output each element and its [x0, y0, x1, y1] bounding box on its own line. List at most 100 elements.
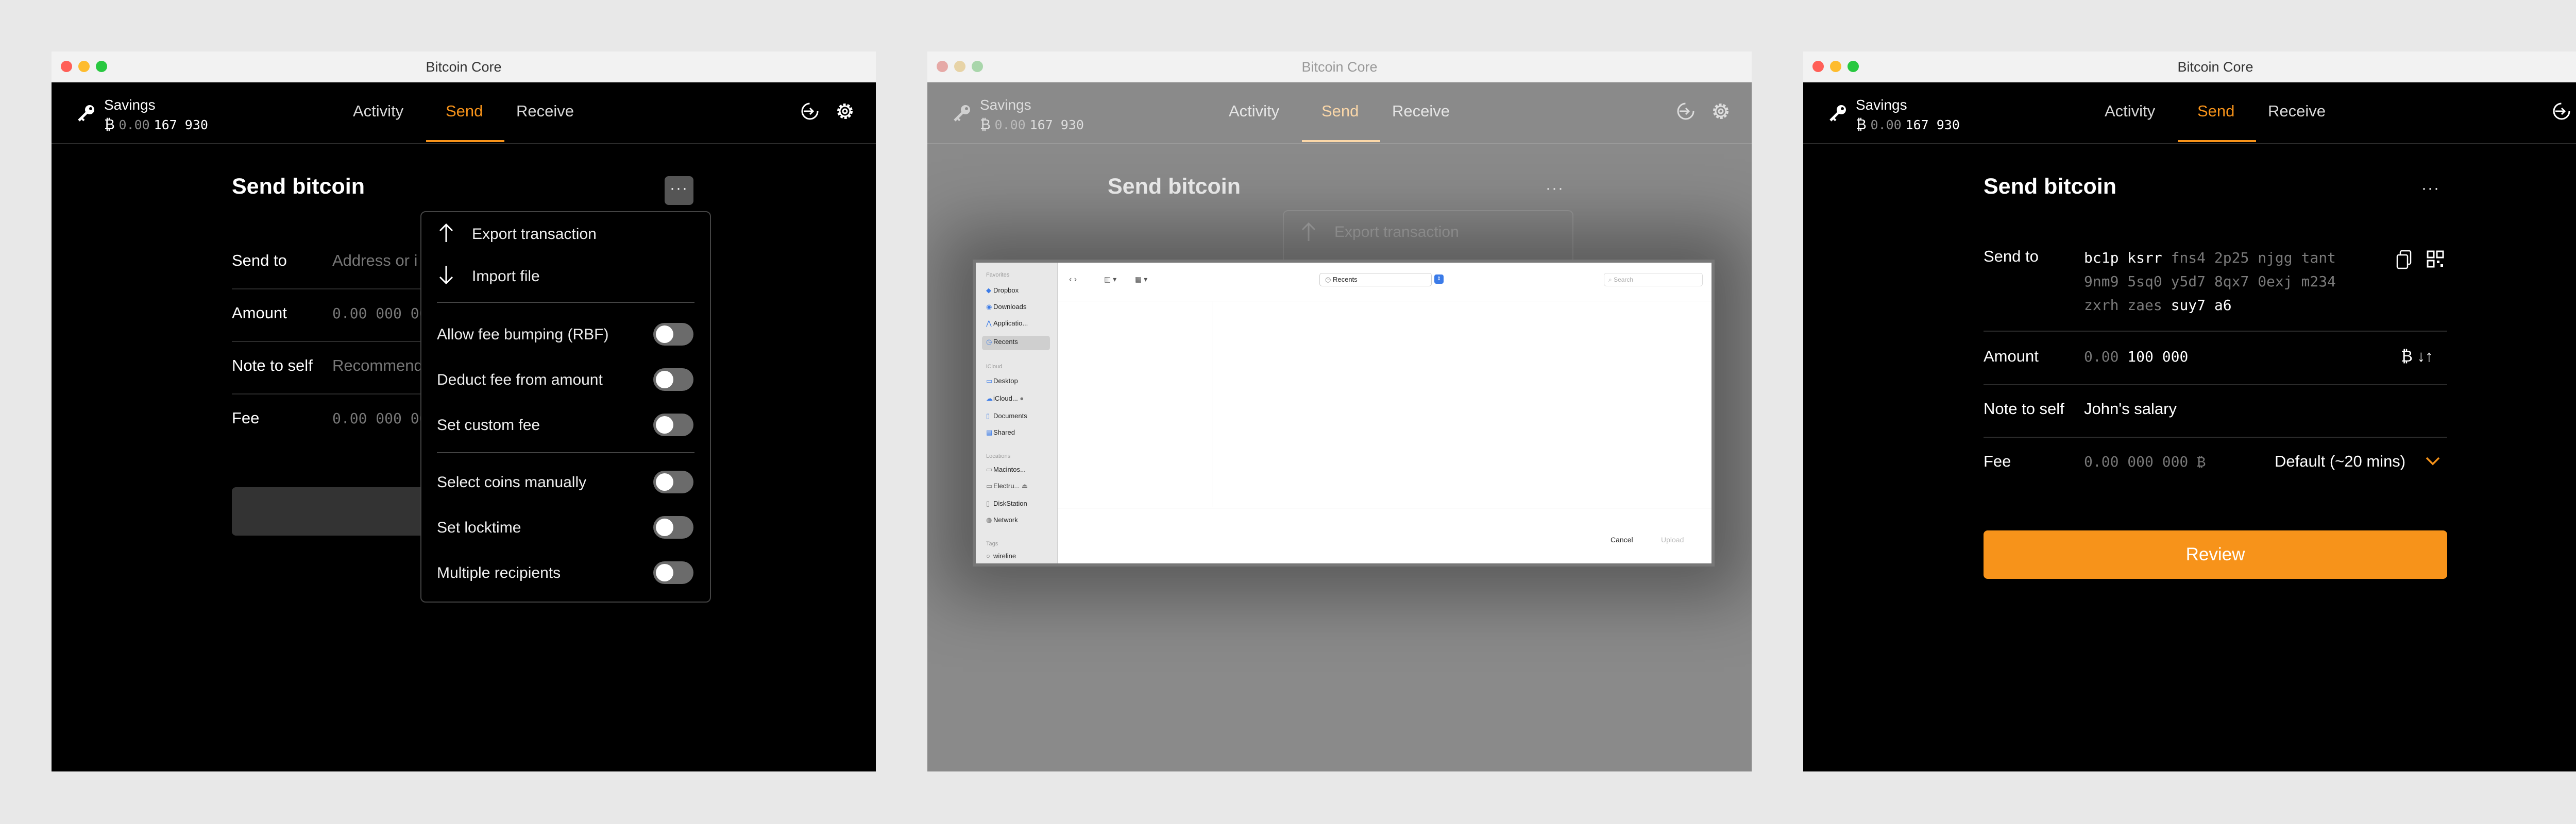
amount-input[interactable]: 0.00 100 000	[2084, 348, 2188, 365]
ghost-export: Export transaction	[1334, 224, 1459, 241]
key-icon	[1829, 105, 1846, 122]
menu-label-custom-fee: Set custom fee	[437, 417, 540, 434]
toggle-rbf[interactable]	[653, 323, 693, 346]
sidebar-item-diskstation[interactable]: ▯ DiskStation	[986, 500, 1027, 508]
view-mode-icon[interactable]: ▥ ▾	[1104, 275, 1116, 284]
more-options-button[interactable]: ···	[1540, 176, 1569, 205]
back-forward-buttons[interactable]: ‹ ›	[1069, 275, 1077, 284]
sidebar-item-network[interactable]: ◍ Network	[986, 516, 1018, 524]
note-input[interactable]: John's salary	[2084, 400, 2177, 418]
qr-scan-icon[interactable]	[2427, 250, 2444, 268]
chevron-down-icon[interactable]	[2425, 455, 2441, 468]
tab-activity[interactable]: Activity	[353, 102, 403, 121]
window-send-menu: Bitcoin Core Savings ₿ 0.00 167 930 Acti…	[52, 52, 876, 771]
sidebar-item-tag-wireline[interactable]: ○ wireline	[986, 552, 1016, 560]
tab-send[interactable]: Send	[446, 102, 483, 121]
search-icon: ⌕	[1608, 276, 1612, 283]
section-tags: Tags	[986, 541, 998, 547]
more-options-button[interactable]: ···	[2416, 176, 2445, 205]
network-icon[interactable]	[799, 100, 821, 123]
page-title: Send bitcoin	[1984, 174, 2116, 199]
tab-activity[interactable]: Activity	[2105, 102, 2155, 121]
fee-value: 0.00 000 000 ₿	[2084, 453, 2206, 470]
note-input[interactable]: Recommend	[332, 356, 423, 375]
sidebar-item-applications[interactable]: ⋀ Applicatio...	[986, 319, 1028, 328]
wallet-name: Savings	[980, 97, 1031, 113]
menu-divider	[437, 452, 694, 453]
toggle-locktime[interactable]	[653, 516, 693, 539]
address-chunk: 9nm9	[2084, 273, 2128, 290]
tab-receive[interactable]: Receive	[516, 102, 574, 121]
window-title: Bitcoin Core	[1301, 59, 1378, 75]
sidebar-item-shared[interactable]: ▤ Shared	[986, 428, 1015, 437]
tab-send-underline	[426, 140, 504, 142]
address-chunk: suy7	[2171, 297, 2214, 314]
tab-activity[interactable]: Activity	[1229, 102, 1279, 121]
address-chunk: fns4	[2171, 249, 2214, 266]
sidebar-item-desktop[interactable]: ▭ Desktop	[986, 377, 1018, 385]
menu-label-multiple-recipients: Multiple recipients	[437, 564, 561, 581]
send-to-input[interactable]: Address or i	[332, 251, 417, 270]
network-icon[interactable]	[1674, 100, 1697, 123]
toggle-deduct-fee[interactable]	[653, 368, 693, 391]
menu-label-locktime: Set locktime	[437, 519, 521, 536]
menu-label-rbf: Allow fee bumping (RBF)	[437, 326, 609, 343]
amount-label: Amount	[232, 304, 287, 322]
gear-icon[interactable]	[1709, 100, 1732, 123]
send-to-label: Send to	[232, 251, 287, 269]
address-chunk: ksrr	[2127, 249, 2171, 266]
search-input[interactable]: ⌕ Search	[1604, 273, 1703, 286]
tab-receive[interactable]: Receive	[1392, 102, 1450, 121]
fee-speed-select[interactable]: Default (~20 mins)	[2275, 452, 2405, 471]
gear-icon[interactable]	[834, 100, 856, 123]
address-chunk: tant	[2301, 249, 2336, 266]
sidebar-item-macintosh[interactable]: ▭ Macintos...	[986, 466, 1026, 474]
tab-receive[interactable]: Receive	[2268, 102, 2326, 121]
window-send-filled: Bitcoin Core Savings ₿ 0.00 167 930 Acti…	[1803, 52, 2576, 771]
tab-send[interactable]: Send	[1321, 102, 1359, 121]
sidebar-item-downloads[interactable]: ◉ Downloads	[986, 303, 1026, 311]
toggle-select-coins[interactable]	[653, 471, 693, 493]
address-line: zxrh zaes suy7 a6	[2084, 294, 2336, 317]
sidebar-item-electrum[interactable]: ▭ Electru... ⏏	[986, 482, 1028, 490]
network-icon[interactable]	[2550, 100, 2573, 123]
location-popup[interactable]: ◷ Recents ⇕	[1319, 273, 1444, 286]
top-nav: Savings ₿ 0.00 167 930 Activity Send Rec…	[927, 82, 1752, 144]
window-title: Bitcoin Core	[2177, 59, 2253, 75]
sidebar-item-dropbox[interactable]: ◆ Dropbox	[986, 286, 1019, 295]
menu-import-file[interactable]: Import file	[472, 268, 540, 285]
copy-icon[interactable]	[2396, 249, 2413, 270]
finder-sidebar: Favorites ◆ Dropbox ◉ Downloads ⋀ Applicati…	[976, 263, 1058, 563]
divider	[1984, 331, 2447, 332]
title-bar: Bitcoin Core	[1803, 52, 2576, 82]
menu-label-select-coins: Select coins manually	[437, 474, 587, 491]
divider	[1984, 437, 2447, 438]
key-icon	[954, 105, 970, 122]
top-nav: Savings ₿ 0.00 167 930 Activity Send Rec…	[52, 82, 876, 144]
arrow-up-icon	[439, 223, 453, 242]
sidebar-item-documents[interactable]: ▯ Documents	[986, 412, 1027, 420]
review-button[interactable]: Review	[1984, 530, 2447, 579]
send-to-address[interactable]: bc1p ksrr fns4 2p25 njgg tant 9nm9 5sq0 y…	[2084, 246, 2336, 317]
wallet-balance: ₿ 0.00 167 930	[1856, 116, 1960, 132]
address-chunk: zaes	[2127, 297, 2171, 314]
arrow-down-icon	[439, 266, 453, 285]
menu-export-transaction[interactable]: Export transaction	[472, 226, 597, 243]
amount-label: Amount	[1984, 347, 2039, 365]
upload-button[interactable]: Upload	[1661, 536, 1684, 544]
address-chunk: 0exj	[2258, 273, 2301, 290]
sidebar-item-icloud[interactable]: ☁iCloud... ●	[986, 394, 1024, 403]
sidebar-item-recents[interactable]: ◷ Recents	[986, 338, 1018, 346]
send-options-menu: Export transaction Import file Allow fee…	[420, 211, 711, 603]
group-icon[interactable]: ▦ ▾	[1135, 275, 1147, 284]
tab-send[interactable]: Send	[2197, 102, 2234, 121]
cancel-button[interactable]: Cancel	[1611, 536, 1633, 544]
ghost-menu: Export transaction	[1283, 210, 1573, 264]
address-chunk: bc1p	[2084, 249, 2128, 266]
toggle-multiple-recipients[interactable]	[653, 561, 693, 584]
more-options-button[interactable]: ···	[665, 176, 693, 205]
address-chunk: 5sq0	[2127, 273, 2171, 290]
toggle-custom-fee[interactable]	[653, 414, 693, 436]
divider	[1984, 384, 2447, 385]
unit-toggle[interactable]: ₿ ↓↑	[2401, 347, 2433, 366]
